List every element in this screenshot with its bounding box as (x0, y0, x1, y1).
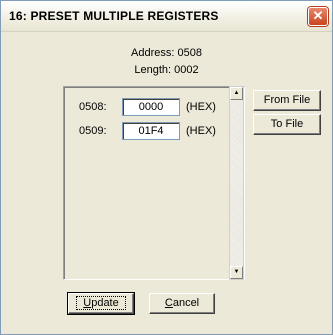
to-file-button[interactable]: To File (253, 114, 321, 135)
register-list-scrollbar[interactable]: ▲ ▼ (229, 86, 244, 280)
register-list-panel: 0508: 0000 (HEX) 0509: 01F4 (HEX) (63, 86, 245, 280)
scroll-down-button[interactable]: ▼ (230, 266, 243, 279)
title-bar: 16: PRESET MULTIPLE REGISTERS ✕ (1, 1, 332, 32)
register-value-input[interactable]: 0000 (122, 98, 180, 116)
from-file-button[interactable]: From File (253, 90, 321, 111)
update-button-label: Update (76, 296, 126, 310)
register-address: 0508: (79, 101, 107, 113)
scroll-down-arrow-icon: ▼ (233, 269, 240, 275)
scroll-up-arrow-icon: ▲ (233, 90, 240, 96)
update-button[interactable]: Update (67, 292, 135, 315)
dialog-title: 16: PRESET MULTIPLE REGISTERS (9, 9, 219, 23)
close-button[interactable]: ✕ (308, 7, 328, 26)
cancel-label-rest: ancel (172, 297, 200, 309)
address-info: Address: 0508 (131, 47, 202, 59)
register-value-input[interactable]: 01F4 (122, 122, 180, 140)
close-icon: ✕ (312, 8, 324, 23)
register-format-label: (HEX) (186, 101, 216, 113)
length-info: Length: 0002 (134, 64, 199, 76)
preset-registers-dialog: 16: PRESET MULTIPLE REGISTERS ✕ Address:… (0, 0, 333, 335)
register-address: 0509: (79, 125, 107, 137)
update-mnemonic: U (83, 297, 92, 309)
cancel-button[interactable]: Cancel (149, 293, 215, 314)
update-label-rest: pdate (91, 297, 119, 309)
register-format-label: (HEX) (186, 125, 216, 137)
cancel-mnemonic: C (164, 297, 173, 309)
cancel-button-label: Cancel (165, 297, 199, 309)
scroll-up-button[interactable]: ▲ (230, 87, 243, 100)
